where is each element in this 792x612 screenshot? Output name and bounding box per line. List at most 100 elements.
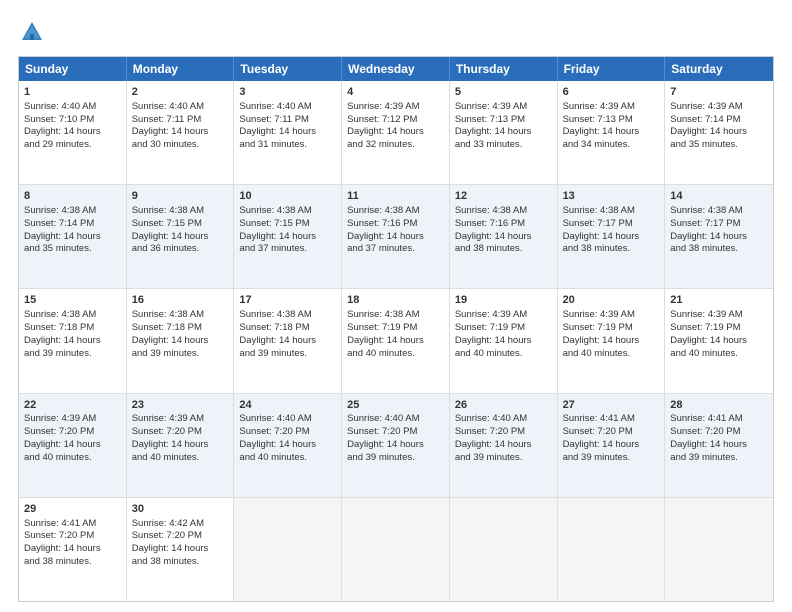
- day-info-line: Sunrise: 4:39 AM: [670, 101, 742, 112]
- day-info-line: Sunrise: 4:38 AM: [132, 309, 204, 320]
- day-cell-22: 22Sunrise: 4:39 AMSunset: 7:20 PMDayligh…: [19, 394, 127, 497]
- page: SundayMondayTuesdayWednesdayThursdayFrid…: [0, 0, 792, 612]
- day-info-line: and 39 minutes.: [347, 452, 415, 463]
- day-cell-10: 10Sunrise: 4:38 AMSunset: 7:15 PMDayligh…: [234, 185, 342, 288]
- day-info-line: and 33 minutes.: [455, 139, 523, 150]
- day-info-line: and 37 minutes.: [347, 243, 415, 254]
- day-info-line: Daylight: 14 hours: [132, 543, 209, 554]
- day-info-line: and 38 minutes.: [132, 556, 200, 567]
- day-info-line: Sunrise: 4:38 AM: [24, 309, 96, 320]
- day-info-line: and 34 minutes.: [563, 139, 631, 150]
- day-info-line: Sunset: 7:15 PM: [132, 218, 202, 229]
- day-info-line: and 39 minutes.: [239, 348, 307, 359]
- day-number: 22: [24, 398, 121, 413]
- day-info-line: Daylight: 14 hours: [239, 439, 316, 450]
- day-info-line: and 38 minutes.: [24, 556, 92, 567]
- day-info-line: Sunset: 7:11 PM: [132, 114, 202, 125]
- day-info-line: Sunset: 7:20 PM: [132, 530, 202, 541]
- day-info-line: Sunrise: 4:40 AM: [239, 413, 311, 424]
- day-number: 1: [24, 85, 121, 100]
- day-info-line: and 40 minutes.: [563, 348, 631, 359]
- day-info-line: Daylight: 14 hours: [239, 335, 316, 346]
- day-info-line: Sunset: 7:19 PM: [670, 322, 740, 333]
- day-number: 21: [670, 293, 768, 308]
- day-info-line: and 39 minutes.: [455, 452, 523, 463]
- day-cell-7: 7Sunrise: 4:39 AMSunset: 7:14 PMDaylight…: [665, 81, 773, 184]
- day-cell-6: 6Sunrise: 4:39 AMSunset: 7:13 PMDaylight…: [558, 81, 666, 184]
- day-info-line: Daylight: 14 hours: [455, 126, 532, 137]
- day-info-line: Sunrise: 4:39 AM: [347, 101, 419, 112]
- day-cell-12: 12Sunrise: 4:38 AMSunset: 7:16 PMDayligh…: [450, 185, 558, 288]
- day-info-line: and 40 minutes.: [132, 452, 200, 463]
- day-info-line: Sunset: 7:17 PM: [670, 218, 740, 229]
- logo-icon: [18, 18, 46, 46]
- day-cell-23: 23Sunrise: 4:39 AMSunset: 7:20 PMDayligh…: [127, 394, 235, 497]
- day-number: 26: [455, 398, 552, 413]
- day-info-line: and 39 minutes.: [670, 452, 738, 463]
- day-info-line: Sunrise: 4:40 AM: [239, 101, 311, 112]
- day-info-line: Sunset: 7:20 PM: [455, 426, 525, 437]
- day-info-line: Daylight: 14 hours: [132, 126, 209, 137]
- day-cell-3: 3Sunrise: 4:40 AMSunset: 7:11 PMDaylight…: [234, 81, 342, 184]
- day-info-line: Daylight: 14 hours: [239, 231, 316, 242]
- empty-cell: [234, 498, 342, 601]
- day-number: 27: [563, 398, 660, 413]
- day-info-line: Sunset: 7:20 PM: [24, 530, 94, 541]
- day-info-line: Sunset: 7:20 PM: [347, 426, 417, 437]
- day-number: 11: [347, 189, 444, 204]
- day-info-line: Sunrise: 4:39 AM: [563, 101, 635, 112]
- day-info-line: Sunset: 7:17 PM: [563, 218, 633, 229]
- day-info-line: Daylight: 14 hours: [239, 126, 316, 137]
- day-number: 19: [455, 293, 552, 308]
- day-info-line: Sunrise: 4:41 AM: [24, 518, 96, 529]
- day-info-line: Sunset: 7:14 PM: [670, 114, 740, 125]
- header-day-thursday: Thursday: [450, 57, 558, 81]
- day-number: 23: [132, 398, 229, 413]
- day-number: 2: [132, 85, 229, 100]
- day-info-line: Daylight: 14 hours: [563, 126, 640, 137]
- day-info-line: Sunrise: 4:38 AM: [132, 205, 204, 216]
- calendar: SundayMondayTuesdayWednesdayThursdayFrid…: [18, 56, 774, 602]
- header: [18, 18, 774, 46]
- day-info-line: Sunrise: 4:38 AM: [24, 205, 96, 216]
- day-info-line: Sunset: 7:15 PM: [239, 218, 309, 229]
- day-info-line: and 40 minutes.: [239, 452, 307, 463]
- day-number: 14: [670, 189, 768, 204]
- header-day-wednesday: Wednesday: [342, 57, 450, 81]
- day-number: 20: [563, 293, 660, 308]
- day-info-line: Sunrise: 4:41 AM: [563, 413, 635, 424]
- day-number: 8: [24, 189, 121, 204]
- day-info-line: Daylight: 14 hours: [24, 543, 101, 554]
- empty-cell: [342, 498, 450, 601]
- day-info-line: Sunrise: 4:39 AM: [455, 101, 527, 112]
- empty-cell: [450, 498, 558, 601]
- day-info-line: Sunset: 7:16 PM: [455, 218, 525, 229]
- day-info-line: Daylight: 14 hours: [455, 335, 532, 346]
- day-info-line: and 38 minutes.: [670, 243, 738, 254]
- day-number: 24: [239, 398, 336, 413]
- day-info-line: Daylight: 14 hours: [455, 231, 532, 242]
- day-info-line: Sunrise: 4:42 AM: [132, 518, 204, 529]
- day-info-line: Sunrise: 4:38 AM: [239, 309, 311, 320]
- day-cell-1: 1Sunrise: 4:40 AMSunset: 7:10 PMDaylight…: [19, 81, 127, 184]
- day-info-line: and 40 minutes.: [347, 348, 415, 359]
- day-number: 5: [455, 85, 552, 100]
- logo: [18, 18, 50, 46]
- day-info-line: Sunset: 7:10 PM: [24, 114, 94, 125]
- day-number: 29: [24, 502, 121, 517]
- day-info-line: and 31 minutes.: [239, 139, 307, 150]
- day-cell-27: 27Sunrise: 4:41 AMSunset: 7:20 PMDayligh…: [558, 394, 666, 497]
- day-info-line: and 30 minutes.: [132, 139, 200, 150]
- day-cell-2: 2Sunrise: 4:40 AMSunset: 7:11 PMDaylight…: [127, 81, 235, 184]
- day-number: 30: [132, 502, 229, 517]
- day-number: 4: [347, 85, 444, 100]
- day-cell-13: 13Sunrise: 4:38 AMSunset: 7:17 PMDayligh…: [558, 185, 666, 288]
- day-info-line: Daylight: 14 hours: [132, 439, 209, 450]
- calendar-row-4: 29Sunrise: 4:41 AMSunset: 7:20 PMDayligh…: [19, 497, 773, 601]
- day-cell-26: 26Sunrise: 4:40 AMSunset: 7:20 PMDayligh…: [450, 394, 558, 497]
- day-cell-5: 5Sunrise: 4:39 AMSunset: 7:13 PMDaylight…: [450, 81, 558, 184]
- calendar-header: SundayMondayTuesdayWednesdayThursdayFrid…: [19, 57, 773, 81]
- day-number: 3: [239, 85, 336, 100]
- day-info-line: Daylight: 14 hours: [132, 335, 209, 346]
- day-cell-21: 21Sunrise: 4:39 AMSunset: 7:19 PMDayligh…: [665, 289, 773, 392]
